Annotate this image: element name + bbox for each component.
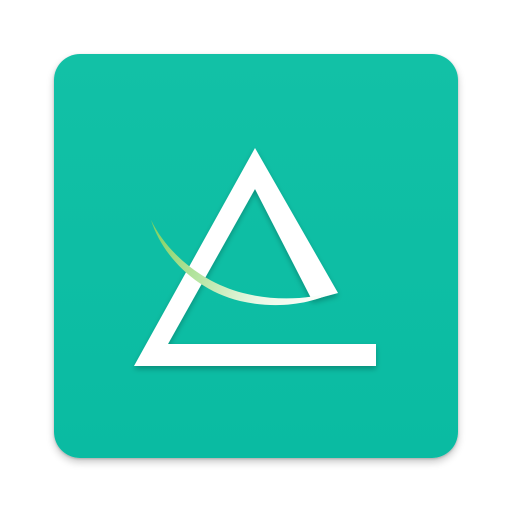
- triangle-swoosh-logo-icon: [134, 148, 376, 366]
- triangle-mark: [134, 148, 376, 366]
- app-icon-canvas: [0, 0, 512, 512]
